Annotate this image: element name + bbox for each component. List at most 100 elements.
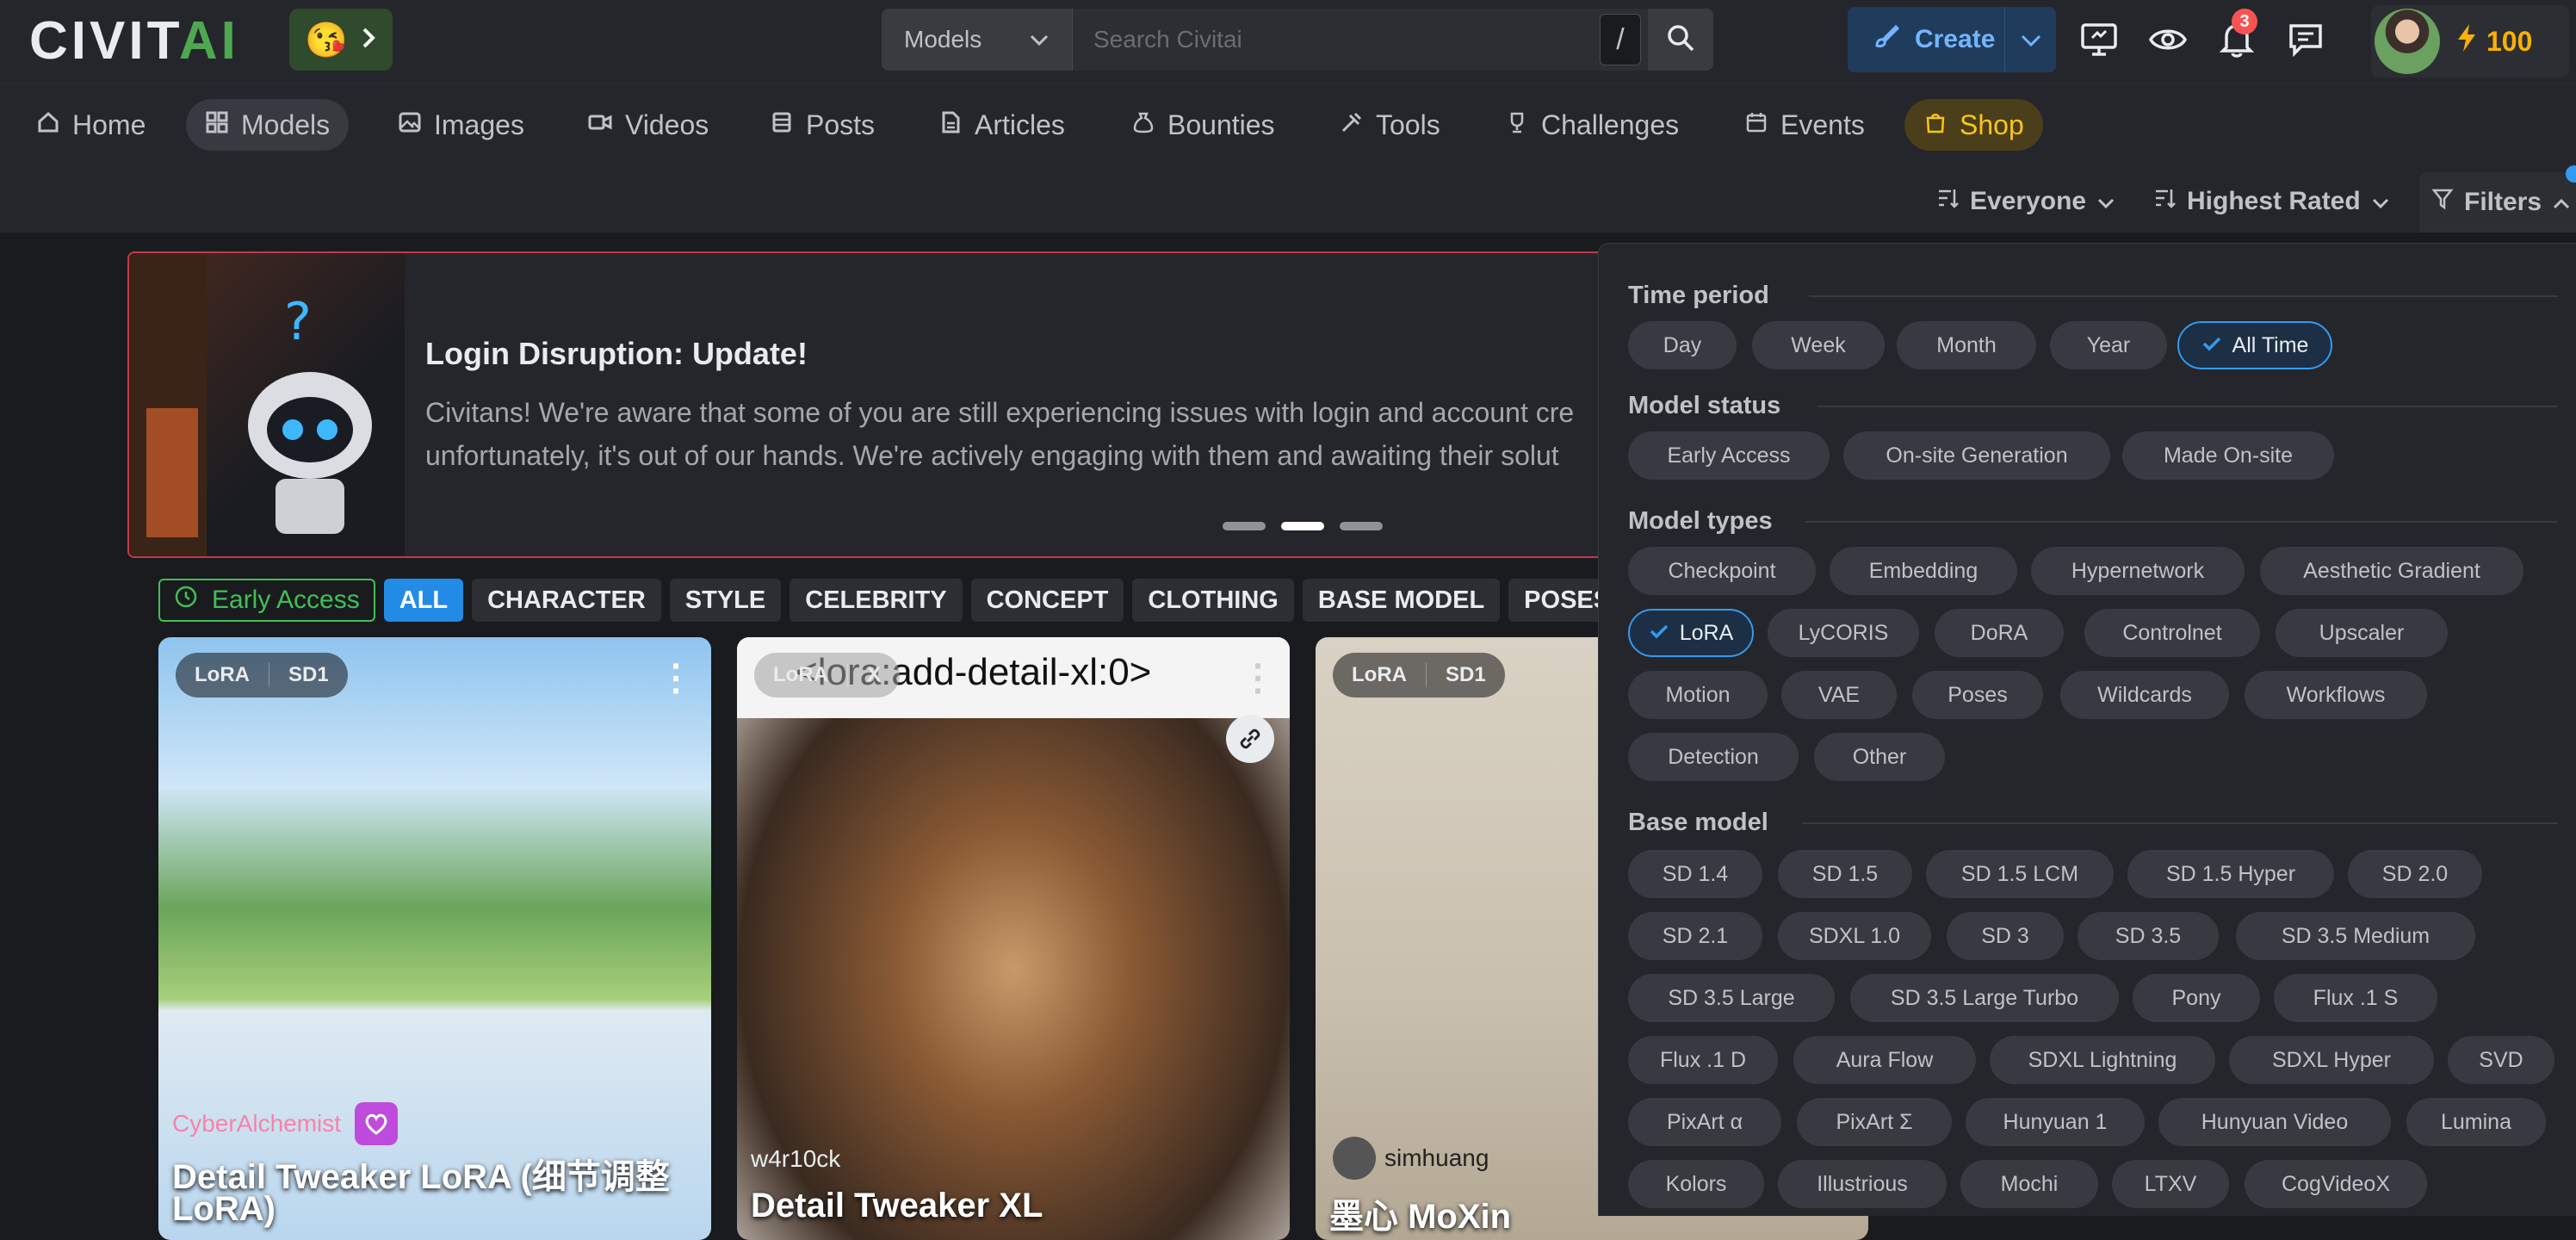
type-lycoris-chip[interactable]: LyCORIS [1768,609,1919,657]
type-wildcards-chip[interactable]: Wildcards [2060,671,2229,719]
base-sd3-chip[interactable]: SD 3 [1947,912,2064,960]
time-day-chip[interactable]: Day [1628,321,1737,369]
base-sdxl10-chip[interactable]: SDXL 1.0 [1778,912,1931,960]
order-sort-button[interactable]: Highest Rated [2152,177,2390,226]
type-dora-chip[interactable]: DoRA [1935,609,2064,657]
type-workflows-chip[interactable]: Workflows [2245,671,2427,719]
model-card[interactable]: LoRA SD1 ⋮ CyberAlchemist Detail Tweaker… [158,637,711,1240]
nav-models[interactable]: Models [186,99,350,151]
carousel-dot[interactable] [1223,522,1266,530]
category-base-model[interactable]: BASE MODEL [1302,579,1501,622]
chat-icon[interactable] [2285,19,2326,60]
status-early-access-chip[interactable]: Early Access [1628,431,1830,480]
time-week-chip[interactable]: Week [1752,321,1885,369]
base-sd15-lcm-chip[interactable]: SD 1.5 LCM [1926,850,2114,898]
nav-posts[interactable]: Posts [751,99,894,151]
type-poses-chip[interactable]: Poses [1912,671,2043,719]
type-motion-chip[interactable]: Motion [1628,671,1768,719]
base-sd35-chip[interactable]: SD 3.5 [2078,912,2219,960]
card-creator[interactable]: simhuang [1333,1137,1489,1180]
nav-articles[interactable]: Articles [920,99,1084,151]
base-pixart-sigma-chip[interactable]: PixArt Σ [1797,1098,1952,1146]
category-character[interactable]: CHARACTER [472,579,661,622]
create-button[interactable]: Create [1848,7,2056,72]
early-access-toggle[interactable]: Early Access [158,579,375,622]
status-made-onsite-chip[interactable]: Made On-site [2122,431,2334,480]
base-svd-chip[interactable]: SVD [2448,1036,2554,1084]
base-lumina-chip[interactable]: Lumina [2406,1098,2546,1146]
card-menu-icon[interactable]: ⋮ [1240,656,1276,698]
type-hypernetwork-chip[interactable]: Hypernetwork [2031,547,2245,595]
base-sd35-large-turbo-chip[interactable]: SD 3.5 Large Turbo [1850,974,2119,1022]
category-style[interactable]: STYLE [669,579,782,622]
search-input[interactable] [1073,9,1648,71]
base-pony-chip[interactable]: Pony [2133,974,2260,1022]
base-aura-flow-chip[interactable]: Aura Flow [1793,1036,1976,1084]
type-aesthetic-gradient-chip[interactable]: Aesthetic Gradient [2260,547,2523,595]
monitor-icon[interactable] [2078,19,2120,60]
base-cogvideox-chip[interactable]: CogVideoX [2245,1160,2427,1208]
type-lora-chip[interactable]: LoRA [1628,609,1754,657]
time-all-time-chip[interactable]: All Time [2177,321,2332,369]
creator-name[interactable]: w4r10ck [751,1145,840,1173]
base-hunyuan1-chip[interactable]: Hunyuan 1 [1966,1098,2145,1146]
base-kolors-chip[interactable]: Kolors [1628,1160,1764,1208]
user-menu-button[interactable]: 100 [2371,5,2569,78]
card-title-line2[interactable]: LoRA) [172,1190,276,1229]
base-illustrious-chip[interactable]: Illustrious [1778,1160,1947,1208]
base-sdxl-hyper-chip[interactable]: SDXL Hyper [2229,1036,2434,1084]
search-category-select[interactable]: Models [882,9,1073,71]
status-onsite-generation-chip[interactable]: On-site Generation [1843,431,2110,480]
nav-bounties[interactable]: Bounties [1112,99,1294,151]
nav-videos[interactable]: Videos [568,99,728,151]
nav-challenges[interactable]: Challenges [1486,99,1698,151]
category-clothing[interactable]: CLOTHING [1132,579,1294,622]
type-upscaler-chip[interactable]: Upscaler [2276,609,2448,657]
model-card[interactable]: <lora:add-detail-xl:0> LoRA X ⋮ w4r10ck … [737,637,1290,1240]
audience-sort-button[interactable]: Everyone [1935,177,2115,226]
base-flux1s-chip[interactable]: Flux .1 S [2274,974,2437,1022]
base-sd14-chip[interactable]: SD 1.4 [1628,850,1762,898]
nav-shop[interactable]: Shop [1904,99,2043,151]
card-title[interactable]: 墨心 MoXin [1329,1188,1511,1238]
eye-icon[interactable] [2147,19,2189,60]
base-sd15-chip[interactable]: SD 1.5 [1778,850,1912,898]
nav-home[interactable]: Home [17,99,164,151]
type-embedding-chip[interactable]: Embedding [1830,547,2017,595]
type-other-chip[interactable]: Other [1814,733,1945,781]
civitai-logo[interactable]: CIVITAI [29,15,239,68]
time-month-chip[interactable]: Month [1897,321,2036,369]
time-year-chip[interactable]: Year [2050,321,2167,369]
base-pixart-alpha-chip[interactable]: PixArt α [1628,1098,1781,1146]
nav-tools[interactable]: Tools [1321,99,1459,151]
base-hunyuan-video-chip[interactable]: Hunyuan Video [2158,1098,2391,1146]
base-sd21-chip[interactable]: SD 2.1 [1628,912,1762,960]
base-sd20-chip[interactable]: SD 2.0 [2348,850,2482,898]
base-sd15-hyper-chip[interactable]: SD 1.5 Hyper [2127,850,2334,898]
card-creator[interactable]: CyberAlchemist [172,1102,399,1145]
emoji-menu-button[interactable]: 😘 [289,9,393,71]
type-checkpoint-chip[interactable]: Checkpoint [1628,547,1816,595]
type-detection-chip[interactable]: Detection [1628,733,1799,781]
base-mochi-chip[interactable]: Mochi [1960,1160,2098,1208]
filters-toggle-button[interactable]: Filters [2419,172,2576,232]
type-vae-chip[interactable]: VAE [1781,671,1897,719]
nav-events[interactable]: Events [1725,99,1884,151]
category-all[interactable]: ALL [383,579,464,622]
type-controlnet-chip[interactable]: Controlnet [2084,609,2260,657]
create-dropdown-toggle[interactable] [2004,7,2056,72]
category-concept[interactable]: CONCEPT [970,579,1124,622]
nav-images[interactable]: Images [379,99,543,151]
base-sdxl-lightning-chip[interactable]: SDXL Lightning [1990,1036,2215,1084]
carousel-dot[interactable] [1340,522,1383,530]
card-title[interactable]: Detail Tweaker XL [751,1187,1043,1225]
base-sd35-large-chip[interactable]: SD 3.5 Large [1628,974,1835,1022]
base-sd35-medium-chip[interactable]: SD 3.5 Medium [2236,912,2475,960]
search-button[interactable] [1648,9,1713,71]
base-ltxv-chip[interactable]: LTXV [2112,1160,2229,1208]
category-celebrity[interactable]: CELEBRITY [790,579,963,622]
base-flux1d-chip[interactable]: Flux .1 D [1628,1036,1778,1084]
link-icon[interactable] [1226,715,1274,763]
carousel-dot-active[interactable] [1281,522,1324,530]
card-menu-icon[interactable]: ⋮ [658,656,694,698]
